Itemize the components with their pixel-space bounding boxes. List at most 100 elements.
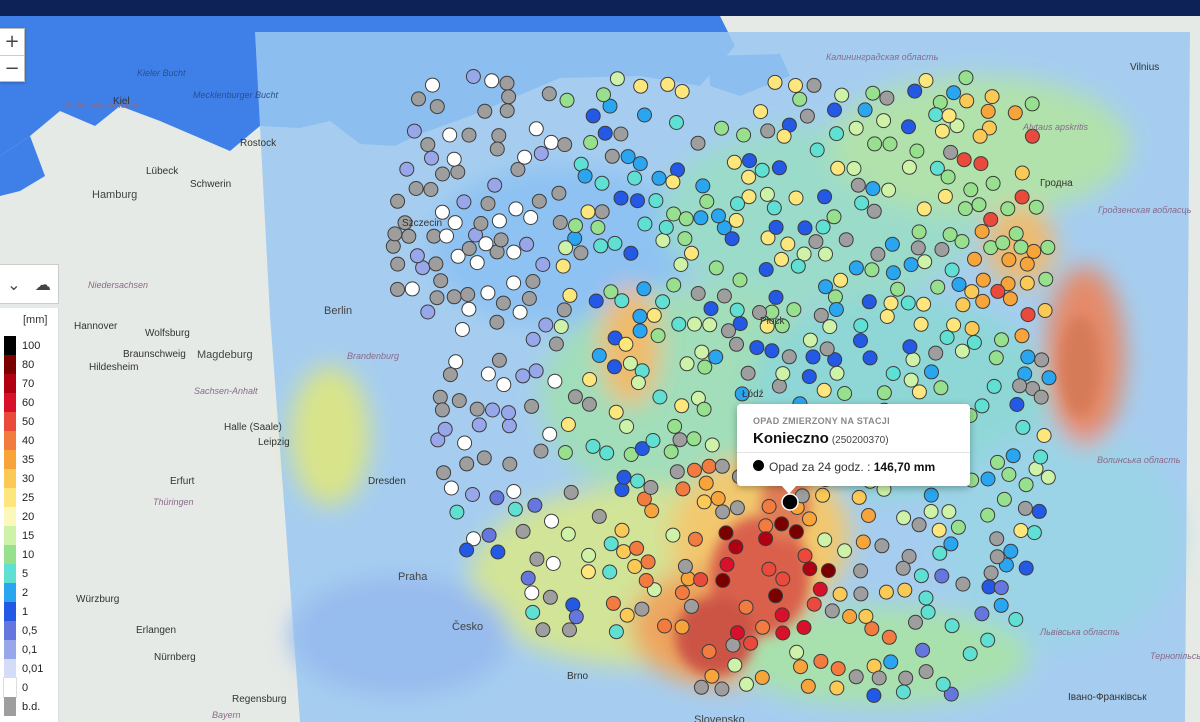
station-marker[interactable] — [989, 549, 1005, 565]
station-marker[interactable] — [874, 538, 890, 554]
station-marker[interactable] — [944, 262, 960, 278]
station-marker[interactable] — [902, 339, 918, 355]
station-marker[interactable] — [387, 226, 403, 242]
station-marker[interactable] — [725, 637, 741, 653]
station-marker[interactable] — [501, 418, 517, 434]
station-marker[interactable] — [585, 108, 601, 124]
station-marker[interactable] — [829, 365, 845, 381]
station-marker[interactable] — [1015, 419, 1031, 435]
station-marker[interactable] — [535, 622, 551, 638]
station-marker[interactable] — [918, 590, 934, 606]
station-marker[interactable] — [406, 123, 422, 139]
station-marker[interactable] — [562, 287, 578, 303]
station-marker[interactable] — [934, 568, 950, 584]
station-marker[interactable] — [622, 355, 638, 371]
station-marker[interactable] — [591, 508, 607, 524]
station-marker[interactable] — [879, 90, 895, 106]
station-marker[interactable] — [693, 572, 709, 588]
station-marker[interactable] — [1024, 96, 1040, 112]
station-marker[interactable] — [437, 421, 453, 437]
station-marker[interactable] — [801, 369, 817, 385]
station-marker[interactable] — [510, 162, 526, 177]
station-marker[interactable] — [667, 418, 683, 434]
station-marker[interactable] — [401, 228, 417, 244]
station-marker[interactable] — [972, 128, 988, 144]
station-marker[interactable] — [943, 144, 959, 160]
station-marker[interactable] — [491, 352, 507, 368]
station-marker[interactable] — [704, 437, 720, 453]
station-marker[interactable] — [684, 598, 699, 614]
station-marker[interactable] — [581, 547, 597, 563]
station-marker[interactable] — [524, 398, 540, 414]
station-marker[interactable] — [775, 625, 791, 641]
station-marker[interactable] — [580, 204, 596, 220]
station-marker[interactable] — [774, 607, 790, 623]
station-marker[interactable] — [851, 489, 867, 505]
station-marker[interactable] — [588, 293, 604, 309]
station-marker[interactable] — [963, 182, 979, 198]
station-marker[interactable] — [614, 482, 630, 498]
station-marker[interactable] — [485, 402, 500, 418]
station-marker[interactable] — [487, 177, 503, 193]
station-marker[interactable] — [450, 164, 466, 180]
station-marker[interactable] — [521, 291, 537, 306]
station-marker[interactable] — [913, 316, 929, 332]
station-marker[interactable] — [897, 582, 913, 598]
station-marker[interactable] — [871, 670, 887, 686]
station-marker[interactable] — [548, 336, 564, 352]
station-marker[interactable] — [958, 70, 974, 86]
station-marker[interactable] — [499, 75, 515, 91]
station-marker[interactable] — [1008, 226, 1024, 242]
station-marker[interactable] — [1020, 307, 1036, 323]
station-marker[interactable] — [543, 134, 559, 150]
station-marker[interactable] — [404, 281, 420, 297]
map-svg[interactable] — [0, 16, 1200, 722]
station-marker[interactable] — [711, 208, 726, 224]
station-marker[interactable] — [695, 178, 711, 194]
station-marker[interactable] — [449, 504, 465, 520]
station-marker[interactable] — [942, 227, 958, 243]
station-marker[interactable] — [848, 260, 864, 276]
station-marker[interactable] — [490, 544, 506, 560]
station-marker[interactable] — [671, 316, 687, 332]
station-marker[interactable] — [446, 151, 462, 167]
station-marker[interactable] — [696, 494, 712, 510]
station-marker[interactable] — [602, 564, 618, 580]
station-marker[interactable] — [774, 251, 789, 267]
station-marker[interactable] — [473, 216, 489, 231]
station-marker[interactable] — [764, 343, 780, 359]
station-marker[interactable] — [507, 501, 523, 517]
station-marker[interactable] — [634, 601, 650, 617]
station-marker[interactable] — [923, 487, 939, 503]
station-marker[interactable] — [946, 85, 962, 101]
station-marker[interactable] — [613, 190, 629, 206]
station-marker[interactable] — [687, 531, 703, 547]
station-marker[interactable] — [980, 507, 996, 523]
station-marker[interactable] — [758, 531, 774, 547]
station-marker[interactable] — [865, 181, 881, 197]
station-marker[interactable] — [827, 289, 843, 305]
station-marker[interactable] — [677, 231, 693, 247]
station-marker[interactable] — [923, 504, 939, 519]
station-marker[interactable] — [439, 228, 454, 244]
station-marker[interactable] — [442, 127, 458, 143]
station-marker[interactable] — [1019, 275, 1035, 291]
station-marker[interactable] — [693, 210, 709, 226]
station-marker[interactable] — [616, 469, 632, 485]
station-marker[interactable] — [729, 336, 744, 352]
station-marker[interactable] — [980, 103, 996, 119]
station-marker[interactable] — [542, 589, 558, 605]
station-marker[interactable] — [590, 220, 606, 235]
station-marker[interactable] — [905, 352, 921, 368]
station-marker[interactable] — [837, 543, 853, 559]
station-marker[interactable] — [447, 215, 463, 231]
station-marker[interactable] — [878, 584, 894, 600]
station-marker[interactable] — [951, 277, 967, 292]
station-marker[interactable] — [950, 519, 966, 535]
station-marker[interactable] — [517, 149, 533, 165]
station-marker[interactable] — [461, 241, 477, 256]
station-marker[interactable] — [459, 542, 475, 558]
station-marker[interactable] — [964, 284, 980, 300]
station-marker[interactable] — [1001, 467, 1017, 482]
station-marker[interactable] — [567, 389, 583, 405]
